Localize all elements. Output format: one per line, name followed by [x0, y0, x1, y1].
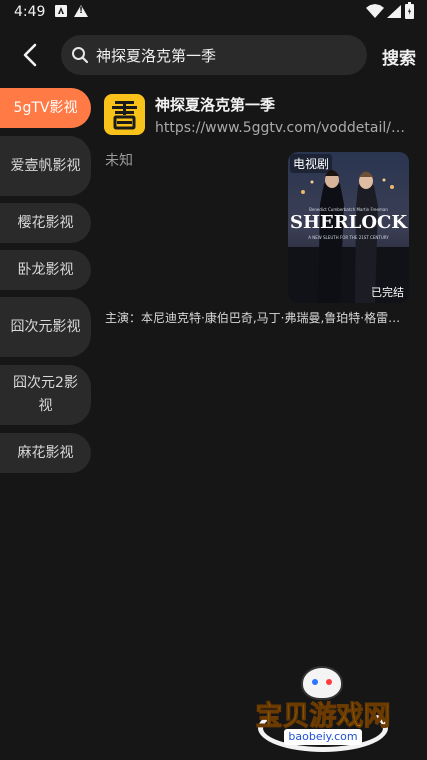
- watermark-logo: 宝贝游戏网 baobeiy.com: [248, 662, 398, 756]
- sidebar-item-jiongciyuan2[interactable]: 囧次元2影视: [0, 365, 91, 425]
- battery-charging-icon: [405, 2, 414, 19]
- status-time: 4:49: [14, 4, 46, 20]
- sidebar-item-label: 爱壹帆影视: [10, 157, 81, 174]
- search-button[interactable]: 搜索: [382, 44, 416, 69]
- poster-status-badge: 已完结: [371, 286, 404, 299]
- watermark-text: 宝贝游戏网: [255, 701, 391, 733]
- logo-glyph: [112, 101, 137, 130]
- wifi-icon: [366, 4, 384, 18]
- result-title[interactable]: 神探夏洛克第一季: [155, 94, 275, 115]
- status-bar: 4:49: [0, 0, 427, 26]
- warning-icon: [74, 5, 88, 17]
- sidebar-item-label: 卧龙影视: [17, 261, 74, 278]
- sidebar-item-yinghua[interactable]: 樱花影视: [0, 203, 91, 243]
- poster-tagline: A NEW SLEUTH FOR THE 21ST CENTURY: [308, 235, 389, 240]
- sidebar-item-5gtv[interactable]: 5gTV影视: [0, 88, 91, 128]
- sidebar-item-label: 囧次元2影视: [13, 375, 78, 414]
- watermark-domain: baobeiy.com: [284, 729, 362, 745]
- sidebar-item-label: 囧次元影视: [10, 318, 81, 335]
- sidebar-item-jiongciyuan[interactable]: 囧次元影视: [0, 297, 91, 357]
- sidebar-item-mahua[interactable]: 麻花影视: [0, 433, 91, 473]
- sidebar-item-label: 麻花影视: [17, 444, 74, 461]
- app-logo-icon: [104, 94, 145, 135]
- result-cast: 主演：本尼迪克特·康伯巴奇,马丁·弗瑞曼,鲁珀特·格雷夫斯: [105, 311, 405, 325]
- poster-type-badge: 电视剧: [290, 154, 333, 173]
- result-year: 未知: [105, 153, 133, 169]
- result-poster[interactable]: 电视剧 Benedict Cumberbatch Martin Freeman …: [288, 152, 409, 303]
- back-button[interactable]: [14, 38, 48, 72]
- result-url[interactable]: https://www.5ggtv.com/voddetail/739...: [155, 120, 411, 136]
- search-box[interactable]: [61, 35, 367, 75]
- signal-icon: [387, 5, 401, 18]
- sidebar-item-label: 5gTV影视: [13, 99, 78, 116]
- sidebar-item-label: 樱花影视: [17, 214, 74, 231]
- poster-title: SHERLOCK: [290, 212, 407, 233]
- search-icon: [72, 47, 89, 64]
- sidebar-item-aiyifan[interactable]: 爱壹帆影视: [0, 136, 91, 196]
- search-input[interactable]: [96, 35, 356, 75]
- notification-a-icon: [55, 5, 67, 17]
- arrow-left-icon: [23, 43, 37, 67]
- sidebar-item-wolong[interactable]: 卧龙影视: [0, 250, 91, 290]
